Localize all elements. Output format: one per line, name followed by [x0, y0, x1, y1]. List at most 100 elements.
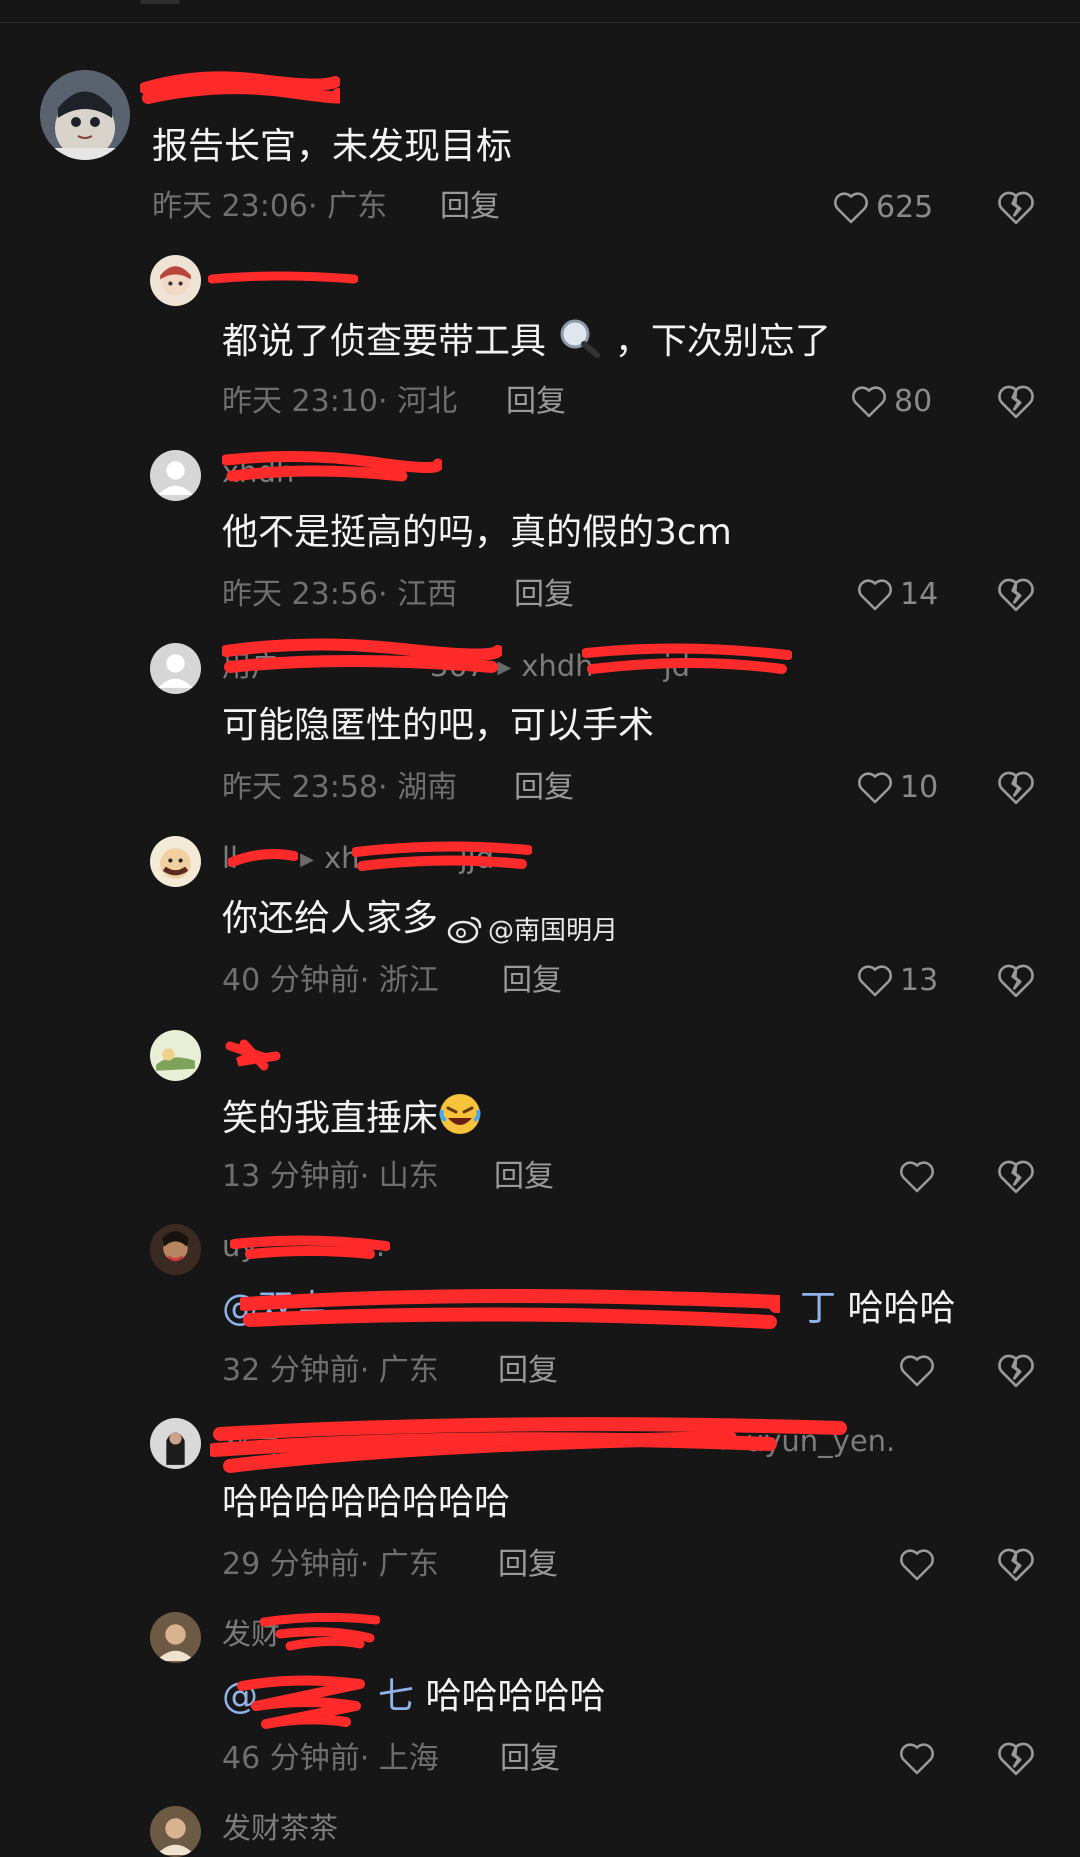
like-count: 14	[900, 576, 939, 612]
comment-meta: 29 分钟前· 广东	[222, 1547, 439, 1582]
avatar[interactable]	[150, 1806, 201, 1857]
reply-to-user[interactable]: uyun_yen.	[746, 1424, 895, 1458]
comment-text-before: 都说了侦查要带工具	[222, 321, 547, 362]
comment-text: @双吉 丁 哈哈哈	[222, 1286, 956, 1332]
broken-heart-icon	[998, 1742, 1034, 1776]
like-button[interactable]: 14	[856, 574, 938, 614]
like-count: 625	[876, 189, 934, 225]
dislike-button[interactable]	[996, 767, 1036, 807]
broken-heart-icon	[998, 1354, 1034, 1388]
reply-arrow-icon: ▶	[497, 657, 512, 678]
username[interactable]: 发财茶茶	[222, 1810, 338, 1846]
comment-text: 笑的我直捶床	[222, 1092, 482, 1148]
mention-link-end[interactable]: 丁	[800, 1288, 836, 1329]
broken-heart-icon	[998, 964, 1034, 998]
avatar[interactable]	[150, 1418, 201, 1469]
avatar[interactable]	[150, 1224, 201, 1275]
comment-meta: 昨天 23:56· 江西	[222, 577, 458, 612]
username-start: ll	[222, 841, 239, 875]
like-button[interactable]	[898, 1350, 936, 1390]
username-redaction	[140, 71, 340, 104]
reply-button[interactable]: 回复	[440, 188, 500, 226]
dislike-button[interactable]	[996, 1350, 1036, 1390]
avatar[interactable]	[150, 255, 201, 306]
rolling-laugh-emoji-icon	[438, 1092, 482, 1148]
avatar[interactable]	[150, 643, 201, 694]
comment-text: 他不是挺高的吗，真的假的3cm	[222, 512, 732, 553]
username[interactable]: 发财	[222, 1616, 280, 1652]
comment-location: 河北	[397, 384, 458, 419]
heart-icon	[852, 386, 886, 418]
broken-heart-icon	[998, 385, 1034, 419]
dislike-button[interactable]	[996, 574, 1036, 614]
avatar[interactable]	[150, 1612, 201, 1663]
dislike-button[interactable]	[996, 187, 1036, 227]
comment-meta: 昨天 23:58· 湖南	[222, 770, 458, 805]
comment-text: 哈哈哈哈哈哈哈哈	[222, 1482, 511, 1523]
reply-button[interactable]: 回复	[500, 1740, 560, 1778]
dislike-button[interactable]	[996, 1738, 1036, 1778]
comment-meta: 13 分钟前· 山东	[222, 1159, 439, 1194]
weibo-watermark: @南国明月	[446, 910, 618, 947]
avatar[interactable]	[40, 70, 130, 160]
mention-link-end[interactable]: 七	[378, 1676, 414, 1717]
comment-meta: 32 分钟前· 广东	[222, 1353, 439, 1388]
username-start: uy	[222, 1229, 258, 1263]
comment-text: 都说了侦查要带工具 ，下次别忘了	[222, 317, 831, 371]
reply-to-user[interactable]: xhdh	[521, 649, 593, 683]
dislike-button[interactable]	[996, 381, 1036, 421]
like-button[interactable]	[898, 1156, 936, 1196]
like-button[interactable]: 80	[850, 381, 932, 421]
dislike-button[interactable]	[996, 960, 1036, 1000]
comment-meta: 昨天 23:06· 广东	[152, 189, 388, 224]
username[interactable]: ll ▶ xh jjd	[222, 840, 494, 878]
comment-text-body: 哈哈哈	[847, 1288, 956, 1329]
broken-heart-icon	[998, 578, 1034, 612]
heart-icon	[858, 772, 892, 804]
comment-text: 你还给人家多	[222, 898, 439, 939]
heart-icon	[900, 1355, 934, 1387]
dislike-button[interactable]	[996, 1156, 1036, 1196]
heart-icon	[834, 192, 868, 224]
comment-location: 广东	[378, 1547, 439, 1582]
like-button[interactable]	[898, 1738, 936, 1778]
like-count: 10	[900, 769, 939, 805]
reply-button[interactable]: 回复	[514, 576, 574, 614]
dislike-button[interactable]	[996, 1544, 1036, 1584]
comment-location: 上海	[378, 1741, 439, 1776]
heart-icon	[858, 579, 892, 611]
reply-to-user[interactable]: xh	[324, 841, 360, 875]
reply-to-user-end: jjd	[459, 841, 495, 875]
comment-time: 46 分钟前	[222, 1741, 360, 1776]
broken-heart-icon	[998, 771, 1034, 805]
broken-heart-icon	[998, 1160, 1034, 1194]
mention-link[interactable]: @	[222, 1676, 258, 1717]
broken-heart-icon	[998, 1548, 1034, 1582]
reply-button[interactable]: 回复	[498, 1546, 558, 1584]
username[interactable]: 双吉 ▶ uyun_yen.	[222, 1423, 895, 1461]
weibo-logo-icon	[447, 916, 482, 943]
like-button[interactable]: 10	[856, 767, 938, 807]
reply-button[interactable]: 回复	[498, 1352, 558, 1390]
username[interactable]: uy n.	[222, 1228, 385, 1264]
reply-button[interactable]: 回复	[502, 962, 562, 1000]
reply-to-user-end: jd	[663, 649, 691, 683]
reply-button[interactable]: 回复	[506, 383, 566, 421]
like-button[interactable]: 13	[856, 960, 938, 1000]
heart-icon	[900, 1161, 934, 1193]
avatar[interactable]	[150, 836, 201, 887]
comment-location: 浙江	[378, 963, 439, 998]
reply-button[interactable]: 回复	[494, 1158, 554, 1196]
mention-link[interactable]: @双吉	[222, 1288, 330, 1329]
username-start: 用户	[222, 649, 281, 683]
like-button[interactable]: 625	[832, 187, 933, 227]
comment-time: 32 分钟前	[222, 1353, 360, 1388]
username[interactable]: xhdh	[222, 454, 294, 490]
avatar[interactable]	[150, 1030, 201, 1081]
username[interactable]: 用户 367 ▶ xhdh jd	[222, 648, 690, 686]
comment-text: 报告长官，未发现目标	[152, 126, 513, 167]
username-start: 双吉	[222, 1424, 281, 1458]
avatar[interactable]	[150, 450, 201, 501]
like-button[interactable]	[898, 1544, 936, 1584]
reply-button[interactable]: 回复	[514, 769, 574, 807]
